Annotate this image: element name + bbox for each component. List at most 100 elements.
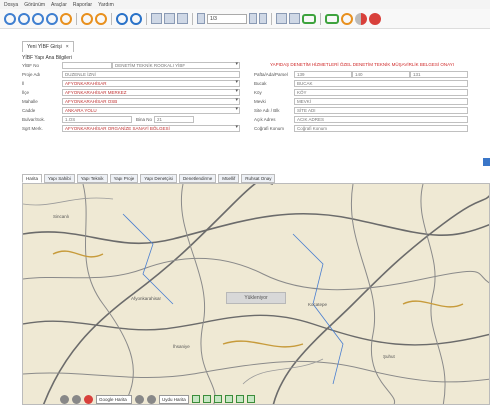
- il-select[interactable]: AFYONKARAHİSAR: [62, 80, 240, 87]
- form-warning-title: YAPIDAŞ DENETİM HİZMETLERİ ÖZEL DENETİM …: [270, 62, 455, 67]
- form-row-pafta: Pafta/Ada/Parsel 139 140 131: [254, 71, 468, 78]
- tab-ruhsat-onay[interactable]: Ruhsat Onay: [241, 174, 276, 183]
- layer-checkbox-4[interactable]: [225, 395, 233, 403]
- export-icon[interactable]: [177, 13, 188, 24]
- tab-yapi-sahibi[interactable]: Yapı Sahibi: [44, 174, 75, 183]
- link-icon[interactable]: [325, 13, 339, 24]
- refresh-orange-icon[interactable]: [341, 12, 353, 25]
- menu-tools[interactable]: Araçlar: [51, 2, 67, 8]
- cadde-select[interactable]: ANKARA YOLU: [62, 107, 240, 114]
- refresh-icon[interactable]: [4, 12, 16, 25]
- stop-icon[interactable]: [60, 12, 72, 25]
- koy-field[interactable]: KÖY: [294, 89, 468, 96]
- ilce-select[interactable]: AFYONKARAHİSAR MERKEZ: [62, 89, 240, 96]
- form-row-adres: Açık Adres ACIK ADRES: [254, 116, 468, 123]
- tab-yapi-teknik[interactable]: Yapı Teknik: [76, 174, 108, 183]
- map-label: Kocatepe: [308, 302, 328, 307]
- pafta-field[interactable]: 139: [294, 71, 352, 78]
- help-icon[interactable]: [130, 12, 142, 25]
- form-row-yibf-no: YİBF No DENETİM TEKNİK ROOKALI YİBF: [22, 62, 240, 69]
- tab-yapi-proje[interactable]: Yapı Proje: [109, 174, 139, 183]
- form-row-il: İl AFYONKARAHİSAR: [22, 80, 240, 87]
- form-row-sokak: Bulvar/Sok. 1.OS Bina No 21: [22, 116, 194, 123]
- parsel-field[interactable]: 131: [410, 71, 468, 78]
- bookmark-icon[interactable]: [95, 12, 107, 25]
- first-page-icon[interactable]: [197, 13, 205, 24]
- toolbar-divider: [76, 12, 77, 25]
- tab-harita[interactable]: Harita: [22, 174, 43, 183]
- mevki-field[interactable]: MEVKİ: [294, 98, 468, 105]
- proje-field[interactable]: DUZENLE İZNİ: [62, 71, 240, 78]
- sgrt-select[interactable]: AFYONKARAHİSAR ORGANİZE SANAYİ BÖLGESİ: [62, 125, 240, 132]
- bucak-field[interactable]: BUCAK: [294, 80, 468, 87]
- ada-field[interactable]: 140: [352, 71, 410, 78]
- save-icon[interactable]: [151, 13, 162, 24]
- paste-icon[interactable]: [289, 13, 300, 24]
- layer-checkbox-6[interactable]: [247, 395, 255, 403]
- loading-indicator: Yükleniyor: [226, 292, 286, 304]
- form-row-site: Site Adı / Blk SİTE ADI: [254, 107, 468, 114]
- map-label: Sincanlı: [53, 214, 70, 219]
- menu-view[interactable]: Görünüm: [24, 2, 45, 8]
- map-label: Şuhut: [383, 354, 395, 359]
- form-row-konum: Coğrafi Konum Coğrafi Konum: [254, 125, 468, 132]
- bina-no-field[interactable]: 21: [154, 116, 194, 123]
- mahalle-select[interactable]: AFYONKARAHİSAR OSB: [62, 98, 240, 105]
- forward-icon[interactable]: [32, 12, 44, 25]
- zoom-in-icon[interactable]: [60, 394, 69, 404]
- tab-muellif[interactable]: Müellif: [218, 174, 240, 183]
- layer-checkbox-2[interactable]: [203, 395, 211, 403]
- close-icon[interactable]: ×: [66, 44, 69, 50]
- yibf-type-select[interactable]: DENETİM TEKNİK ROOKALI YİBF: [112, 62, 240, 69]
- site-field[interactable]: SİTE ADI: [294, 107, 468, 114]
- toolbar-divider: [271, 12, 272, 25]
- next-page-icon[interactable]: [249, 13, 257, 24]
- page-field[interactable]: 1/3: [207, 13, 247, 24]
- menu-bar: Dosya Görünüm Araçlar Raporlar Yardım: [0, 0, 490, 9]
- toolbar-divider: [111, 12, 112, 25]
- konum-field[interactable]: Coğrafi Konum: [294, 125, 468, 132]
- document-tab-label: Yeni YİBF Girişi: [27, 44, 62, 50]
- form-row-proje: Proje Adı DUZENLE İZNİ: [22, 71, 240, 78]
- map-source-select[interactable]: Google Harita: [96, 394, 132, 404]
- history-icon[interactable]: [81, 12, 93, 25]
- menu-help[interactable]: Yardım: [98, 2, 114, 8]
- pan-icon[interactable]: [84, 394, 93, 404]
- tab-yapi-denetcisi[interactable]: Yapı Denetçisi: [140, 174, 177, 183]
- menu-reports[interactable]: Raporlar: [73, 2, 92, 8]
- toolbar-divider: [192, 12, 193, 25]
- last-page-icon[interactable]: [259, 13, 267, 24]
- measure-icon[interactable]: [135, 394, 144, 404]
- detail-tabs: Harita Yapı Sahibi Yapı Teknik Yapı Proj…: [22, 174, 276, 183]
- approve-icon[interactable]: [302, 13, 316, 24]
- form-row-cadde: Cadde ANKARA YOLU: [22, 107, 240, 114]
- toolbar: 1/3: [0, 9, 490, 29]
- home-icon[interactable]: [46, 12, 58, 25]
- adres-field[interactable]: ACIK ADRES: [294, 116, 468, 123]
- tab-denetlendirme[interactable]: Denetlendirme: [178, 174, 217, 183]
- copy-icon[interactable]: [276, 13, 287, 24]
- map-layer-select[interactable]: Uydu Harita: [159, 394, 189, 404]
- print-icon[interactable]: [164, 13, 175, 24]
- close-app-icon[interactable]: [369, 12, 381, 25]
- toolbar-divider: [146, 12, 147, 25]
- globe-icon[interactable]: [355, 12, 367, 25]
- form-row-koy: Köy KÖY: [254, 89, 468, 96]
- layer-checkbox-5[interactable]: [236, 395, 244, 403]
- back-icon[interactable]: [18, 12, 30, 25]
- menu-file[interactable]: Dosya: [4, 2, 18, 8]
- sokak-field[interactable]: 1.OS: [62, 116, 132, 123]
- yibf-no-field[interactable]: [62, 62, 112, 69]
- location-button[interactable]: [483, 158, 490, 166]
- document-tab[interactable]: Yeni YİBF Girişi ×: [22, 41, 74, 52]
- map-view[interactable]: Sincanlı Afyonkarahisar İhsaniye Kocatep…: [22, 183, 490, 405]
- form-row-ilce: İlçe AFYONKARAHİSAR MERKEZ: [22, 89, 240, 96]
- layer-checkbox-1[interactable]: [192, 395, 200, 403]
- form-row-sgrt: Sgrt Merk. AFYONKARAHİSAR ORGANİZE SANAY…: [22, 125, 240, 132]
- info-icon[interactable]: [116, 12, 128, 25]
- marker-icon[interactable]: [147, 394, 156, 404]
- map-label: Afyonkarahisar: [131, 296, 162, 301]
- zoom-out-icon[interactable]: [72, 394, 81, 404]
- layer-checkbox-3[interactable]: [214, 395, 222, 403]
- form-row-bucak: Bucak BUCAK: [254, 80, 468, 87]
